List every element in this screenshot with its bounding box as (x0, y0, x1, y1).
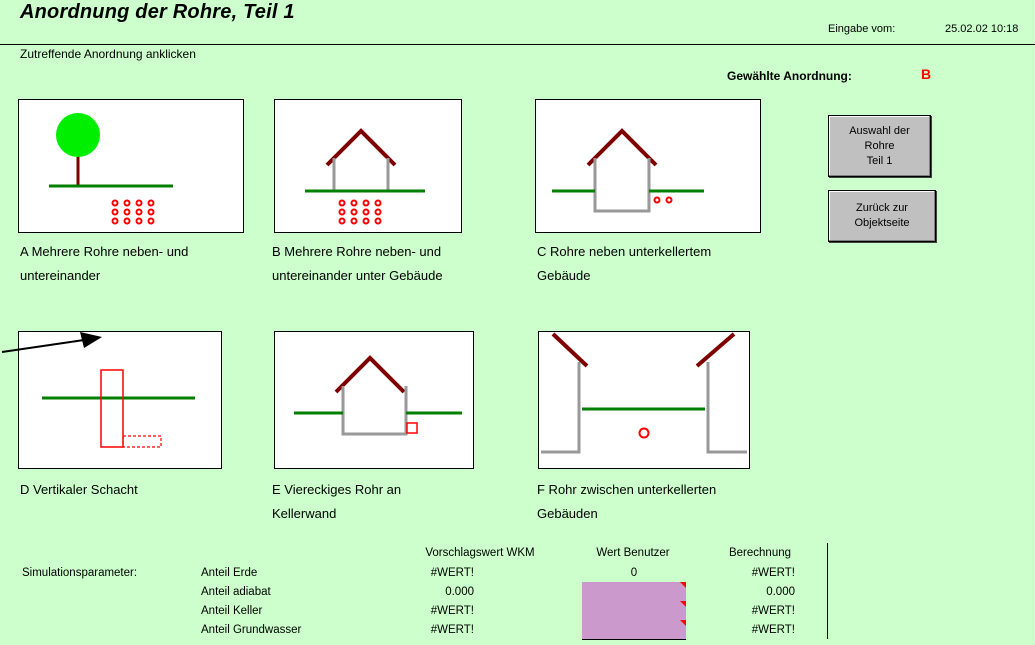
option-e-label-2[interactable]: Kellerwand (272, 502, 516, 526)
option-d-label-1[interactable]: D Vertikaler Schacht (20, 478, 250, 502)
eingabe-label: Eingabe vom: (828, 23, 896, 35)
instruction-text: Zutreffende Anordnung anklicken (20, 47, 196, 61)
berechnung-adiabat: 0.000 (766, 586, 795, 598)
selected-arrangement-value: B (921, 66, 932, 82)
vorschlag-grundwasser: #WERT! (430, 624, 474, 636)
option-b-diagram (305, 128, 425, 225)
option-a-image[interactable] (18, 99, 244, 233)
vorschlag-erde: #WERT! (430, 567, 474, 579)
option-a-label-2[interactable]: untereinander (20, 264, 250, 288)
pointer-arrow-icon (1, 332, 102, 353)
option-f-label-1[interactable]: F Rohr zwischen unterkellerten (537, 478, 777, 502)
auswahl-rohre-button[interactable]: Auswahl der Rohre Teil 1 (828, 115, 931, 177)
option-b-label-2[interactable]: untereinander unter Gebäude (272, 264, 516, 288)
eingabe-value: 25.02.02 10:18 (945, 23, 1019, 35)
option-e-image[interactable] (274, 331, 474, 469)
benutzer-adiabat-input[interactable] (582, 582, 686, 602)
zurueck-button-line-1: Zurück zur (856, 202, 908, 214)
header-vorschlagswert: Vorschlagswert WKM (425, 547, 535, 559)
option-c-diagram (552, 128, 704, 213)
param-name-erde: Anteil Erde (201, 567, 258, 579)
header-berechnung: Berechnung (728, 547, 792, 559)
option-f-label-2[interactable]: Gebäuden (537, 502, 777, 526)
option-c-label-1[interactable]: C Rohre neben unterkellertem (537, 240, 777, 264)
auswahl-button-line-2: Rohre (864, 139, 895, 152)
table-divider (827, 543, 828, 639)
page-title: Anordnung der Rohre, Teil 1 (20, 1, 295, 23)
option-c-image[interactable] (535, 99, 761, 233)
pipe-bundle (338, 199, 382, 225)
option-f-diagram (541, 332, 747, 454)
option-a-label-1[interactable]: A Mehrere Rohre neben- und (20, 240, 250, 264)
option-a-diagram (49, 113, 173, 225)
option-b-image[interactable] (274, 99, 462, 233)
benutzer-erde[interactable]: 0 (582, 567, 686, 579)
option-c-label-2[interactable]: Gebäude (537, 264, 777, 288)
option-f-image[interactable] (538, 331, 750, 469)
auswahl-button-line-1: Auswahl der (849, 124, 910, 137)
pipe-pair (653, 196, 673, 204)
param-name-adiabat: Anteil adiabat (201, 586, 271, 598)
header-divider (0, 44, 1035, 45)
vorschlag-adiabat: 0.000 (445, 586, 474, 598)
param-name-grundwasser: Anteil Grundwasser (201, 624, 302, 636)
berechnung-keller: #WERT! (751, 605, 795, 617)
zurueck-objektseite-button[interactable]: Zurück zur Objektseite (828, 190, 936, 242)
auswahl-button-line-3: Teil 1 (866, 154, 893, 167)
option-e-label-1[interactable]: E Viereckiges Rohr an (272, 478, 516, 502)
pipe-bundle (111, 199, 155, 225)
berechnung-grundwasser: #WERT! (751, 624, 795, 636)
vorschlag-keller: #WERT! (430, 605, 474, 617)
selected-arrangement-label: Gewählte Anordnung: (727, 69, 852, 83)
option-e-diagram (294, 355, 462, 436)
option-b-label-1[interactable]: B Mehrere Rohre neben- und (272, 240, 516, 264)
benutzer-keller-input[interactable] (582, 601, 686, 621)
zurueck-button-line-2: Objektseite (854, 217, 910, 229)
simulation-label: Simulationsparameter: (22, 567, 138, 579)
benutzer-grundwasser-input[interactable] (582, 620, 686, 640)
berechnung-erde: #WERT! (751, 567, 795, 579)
header-wert-benutzer: Wert Benutzer (596, 547, 670, 559)
param-name-keller: Anteil Keller (201, 605, 263, 617)
